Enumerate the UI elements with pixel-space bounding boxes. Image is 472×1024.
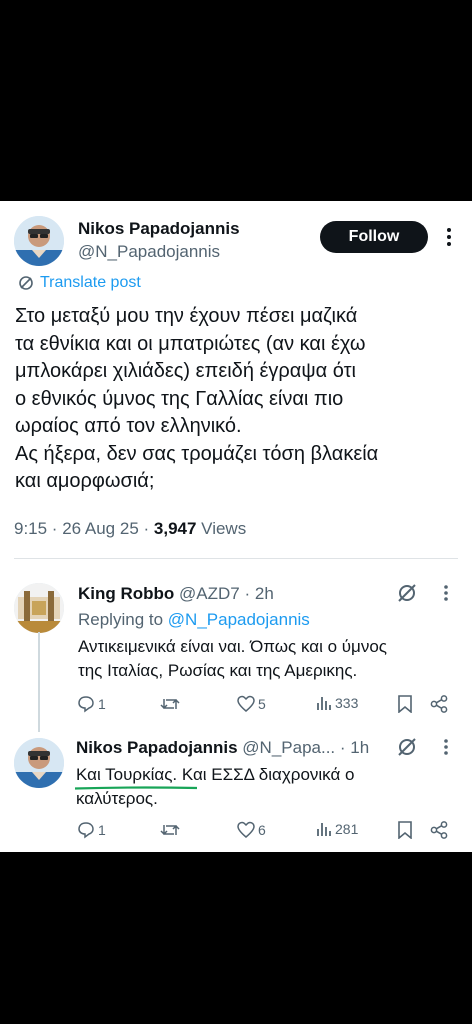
author-avatar[interactable] [14,216,64,266]
reply-avatar[interactable] [14,583,64,633]
repost-button[interactable] [160,821,183,839]
reply-author-label: King Robbo [78,584,175,603]
author-handle[interactable]: @N_Papadojannis [78,242,220,262]
top-letterbox [0,0,472,201]
reply-handle-time: @AZD7 · 2h [179,584,274,603]
tweet-meta: 9:15 · 26 Aug 25 · 3,947 Views [14,519,246,539]
views-count: 281 [335,821,359,837]
grok-icon[interactable] [397,737,417,762]
like-icon [237,821,255,839]
views-label: Views [196,519,247,538]
replying-mention[interactable]: @N_Papadojannis [168,610,310,629]
reply-line: Και Τουρκίας. Και ΕΣΣΔ διαχρονικά ο [76,765,355,784]
reply-button[interactable]: 1 [77,821,106,839]
reply-author-label: Nikos Papadojannis [76,738,238,757]
views-count: 333 [335,695,359,711]
reply-author-name[interactable]: King Robbo @AZD7 · 2h [78,584,274,604]
tweet-body: Στο μεταξύ μου την έχουν πέσει μαζικά τα… [15,303,460,496]
like-button[interactable]: 6 [237,821,266,839]
reply-line: Αντικειμενικά είναι ναι. Όπως και ο ύμνο… [78,637,387,656]
repost-button[interactable] [160,695,183,713]
tweet-line: Ας ήξερα, δεν σας τρομάζει τόση βλακεία [15,442,379,465]
replying-to: Replying to @N_Papadojannis [78,610,310,630]
like-button[interactable]: 5 [237,695,266,713]
translate-post-link[interactable]: Translate post [18,274,141,292]
like-icon [237,695,255,713]
bookmark-icon[interactable] [397,695,413,718]
views-count: 3,947 [153,519,197,538]
underline-annotation [74,786,198,790]
views-icon [316,821,332,837]
bottom-letterbox [0,852,472,1024]
reply-line: της Ιταλίας, Ρωσίας και της Αμερικης. [78,661,358,680]
thread-line [38,632,40,732]
grok-icon[interactable] [397,583,417,608]
share-icon[interactable] [430,821,448,844]
more-icon[interactable] [441,225,457,249]
tweet-line: και αμορφωσιά; [15,470,155,492]
views-button[interactable]: 281 [316,821,358,837]
tweet-line: μπλοκάρει χιλιάδες) επειδή έγραψα ότι [15,360,356,382]
replying-prefix: Replying to [78,610,168,629]
tweet-card: Nikos Papadojannis @N_Papadojannis Follo… [0,201,472,852]
divider [14,558,458,559]
reply-handle-time: @N_Papa... · 1h [242,738,370,757]
reply-icon [77,695,95,713]
reply-body: Αντικειμενικά είναι ναι. Όπως και ο ύμνο… [78,635,387,683]
translate-icon [18,275,34,291]
reply-count: 1 [98,696,106,712]
share-icon[interactable] [430,695,448,718]
repost-icon [160,695,180,713]
views-icon [316,695,332,711]
more-icon[interactable] [441,737,451,762]
reply-count: 1 [98,822,106,838]
tweet-line: ωραίος από τον ελληνικό. [15,415,242,437]
translate-label: Translate post [40,274,141,291]
reply-avatar[interactable] [14,738,64,788]
tweet-line: τα εθνίκια και οι μπατριώτες (αν και έχω [15,332,366,355]
reply-icon [77,821,95,839]
bookmark-icon[interactable] [397,821,413,844]
tweet-line: Στο μεταξύ μου την έχουν πέσει μαζικά [15,305,358,327]
author-name[interactable]: Nikos Papadojannis [78,219,240,239]
more-icon[interactable] [441,583,451,608]
repost-icon [160,821,180,839]
follow-button[interactable]: Follow [320,221,428,253]
reply-line: καλύτερος. [76,789,158,808]
reply-author-name[interactable]: Nikos Papadojannis @N_Papa... · 1h [76,738,369,758]
like-count: 6 [258,822,266,838]
like-count: 5 [258,696,266,712]
reply-button[interactable]: 1 [77,695,106,713]
tweet-timestamp[interactable]: 9:15 · 26 Aug 25 · [14,519,154,538]
tweet-line: ο εθνικός ύμνος της Γαλλίας είναι πιο [15,387,344,410]
views-button[interactable]: 333 [316,695,358,711]
